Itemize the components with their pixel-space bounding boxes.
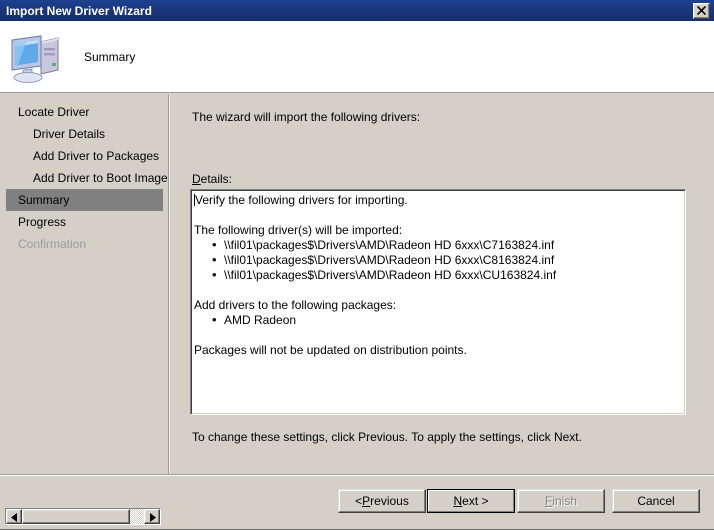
computer-icon	[8, 30, 68, 86]
horizontal-scrollbar[interactable]	[5, 508, 161, 525]
scroll-left-button[interactable]	[6, 509, 22, 524]
previous-button-pre: <	[355, 494, 363, 508]
next-button-post: ext >	[462, 494, 489, 508]
sidebar-item-confirmation: Confirmation	[18, 237, 87, 251]
scrollbar-thumb[interactable]	[22, 509, 130, 524]
details-line-verify: Verify the following drivers for importi…	[194, 193, 681, 208]
details-line-imported: The following driver(s) will be imported…	[194, 223, 403, 237]
import-new-driver-wizard-window: Import New Driver Wizard Summary Locate …	[0, 0, 714, 530]
finish-button: Finish	[517, 489, 605, 513]
previous-button[interactable]: < Previous	[338, 489, 426, 513]
sidebar-item-driver-details[interactable]: Driver Details	[6, 123, 163, 145]
list-item: \\fil01\packages$\Drivers\AMD\Radeon HD …	[194, 267, 681, 283]
footer-instruction: To change these settings, click Previous…	[192, 430, 582, 444]
list-item: \\fil01\packages$\Drivers\AMD\Radeon HD …	[194, 237, 681, 253]
driver-path-list: \\fil01\packages$\Drivers\AMD\Radeon HD …	[194, 237, 681, 283]
details-textbox[interactable]: Verify the following drivers for importi…	[190, 189, 686, 415]
package-list: AMD Radeon	[194, 312, 681, 328]
title-bar[interactable]: Import New Driver Wizard	[0, 0, 714, 21]
wizard-header: Summary	[0, 21, 714, 93]
details-line-verify-text: Verify the following drivers for importi…	[195, 193, 408, 207]
details-spacer-2	[194, 283, 681, 298]
sidebar-item-add-driver-to-packages[interactable]: Add Driver to Packages	[6, 145, 163, 167]
details-label-rest: etails:	[200, 172, 233, 186]
wizard-steps-sidebar: Locate Driver Driver Details Add Driver …	[0, 94, 174, 475]
next-button-accesskey: N	[453, 494, 463, 508]
sidebar-item-add-driver-to-boot-images[interactable]: Add Driver to Boot Images	[6, 167, 174, 189]
sidebar-item-locate-driver[interactable]: Locate Driver	[6, 101, 163, 123]
details-line-distribution: Packages will not be updated on distribu…	[194, 343, 467, 357]
details-line-packages: Add drivers to the following packages:	[194, 298, 397, 312]
scroll-right-button[interactable]	[144, 509, 160, 524]
previous-button-post: revious	[370, 494, 409, 508]
details-spacer-1	[194, 208, 681, 223]
details-label: Details:	[192, 172, 232, 186]
details-label-accesskey: D	[192, 172, 201, 186]
finish-button-post: inish	[552, 494, 578, 508]
scrollbar-track[interactable]	[130, 509, 144, 524]
finish-button-accesskey: F	[544, 494, 553, 508]
previous-button-accesskey: P	[362, 494, 371, 508]
next-button[interactable]: Next >	[427, 489, 515, 513]
close-button[interactable]	[693, 2, 710, 19]
sidebar-item-summary[interactable]: Summary	[6, 189, 163, 211]
list-item: AMD Radeon	[194, 312, 681, 328]
intro-text: The wizard will import the following dri…	[192, 110, 421, 124]
list-item: \\fil01\packages$\Drivers\AMD\Radeon HD …	[194, 252, 681, 268]
details-spacer-3	[194, 328, 681, 343]
page-title: Summary	[84, 49, 136, 64]
sidebar-item-progress[interactable]: Progress	[6, 211, 163, 233]
window-title: Import New Driver Wizard	[6, 3, 152, 18]
cancel-button[interactable]: Cancel	[612, 489, 700, 513]
main-content-pane: The wizard will import the following dri…	[170, 94, 714, 475]
cancel-button-label: Cancel	[637, 494, 675, 508]
